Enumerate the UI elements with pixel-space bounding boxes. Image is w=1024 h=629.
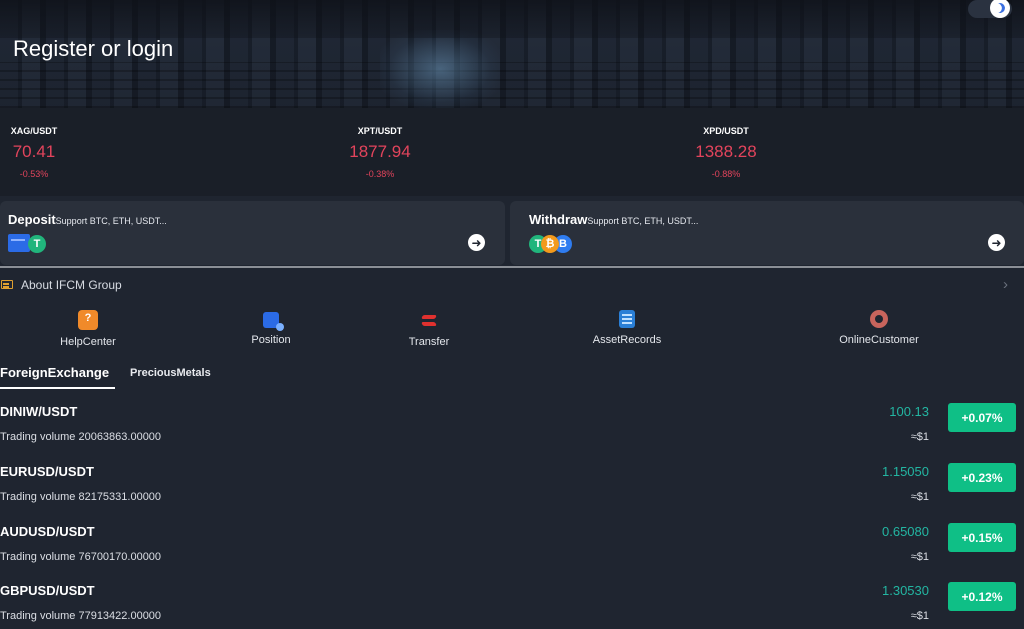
market-volume: Trading volume 76700170.00000 bbox=[0, 551, 162, 563]
ticker-xpt[interactable]: XPT/USDT 1877.94 -0.38% bbox=[280, 108, 480, 179]
market-row[interactable]: EURUSD/USDT Trading volume 82175331.0000… bbox=[0, 463, 1024, 520]
withdraw-card[interactable]: WithdrawSupport BTC, ETH, USDT... T B ₿ … bbox=[510, 201, 1024, 265]
menu-label: OnlineCustomer bbox=[839, 334, 919, 346]
market-tabs: ForeignExchange PreciousMetals bbox=[0, 365, 300, 389]
chevron-right-icon: › bbox=[1003, 276, 1008, 293]
banner-glow bbox=[380, 30, 500, 108]
help-icon bbox=[78, 310, 98, 330]
market-volume: Trading volume 77913422.00000 bbox=[0, 610, 162, 622]
withdraw-arrow-icon[interactable]: ➜ bbox=[988, 234, 1005, 251]
market-price: 1.30530 bbox=[882, 583, 929, 598]
menu-help-center[interactable]: HelpCenter bbox=[33, 310, 143, 348]
deposit-subtitle: Support BTC, ETH, USDT... bbox=[55, 216, 167, 226]
ticker-change: -0.88% bbox=[711, 169, 741, 179]
deposit-title: Deposit bbox=[8, 212, 56, 227]
market-price: 100.13 bbox=[889, 404, 929, 419]
theme-toggle-knob bbox=[990, 0, 1010, 18]
menu-transfer[interactable]: Transfer bbox=[374, 310, 484, 348]
market-usd-value: ≈$1 bbox=[910, 551, 929, 563]
menu-label: Position bbox=[251, 334, 291, 346]
bitcoin-icon: ₿ bbox=[541, 235, 559, 253]
menu-label: AssetRecords bbox=[592, 334, 662, 346]
ticker-strip: XAG/USDT 70.41 -0.53% XPT/USDT 1877.94 -… bbox=[0, 108, 1024, 196]
market-usd-value: ≈$1 bbox=[910, 610, 929, 622]
market-pair: EURUSD/USDT bbox=[0, 464, 94, 479]
about-label: About IFCM Group bbox=[21, 278, 122, 292]
market-row[interactable]: AUDUSD/USDT Trading volume 76700170.0000… bbox=[0, 523, 1024, 580]
change-badge[interactable]: +0.15% bbox=[948, 523, 1016, 552]
register-login-link[interactable]: Register or login bbox=[13, 36, 173, 62]
market-usd-value: ≈$1 bbox=[910, 431, 929, 443]
menu-label: HelpCenter bbox=[60, 336, 116, 348]
tab-foreign-exchange[interactable]: ForeignExchange bbox=[0, 365, 116, 389]
change-badge[interactable]: +0.12% bbox=[948, 582, 1016, 611]
market-row[interactable]: GBPUSD/USDT Trading volume 77913422.0000… bbox=[0, 582, 1024, 629]
market-pair: DINIW/USDT bbox=[0, 404, 78, 419]
tether-icon: T bbox=[28, 235, 46, 253]
ticker-change: -0.53% bbox=[19, 169, 49, 179]
ticker-symbol: XPT/USDT bbox=[357, 126, 403, 136]
market-price: 0.65080 bbox=[882, 524, 929, 539]
market-pair: GBPUSD/USDT bbox=[0, 583, 95, 598]
deposit-card[interactable]: DepositSupport BTC, ETH, USDT... T ➜ bbox=[0, 201, 505, 265]
ticker-change: -0.38% bbox=[365, 169, 395, 179]
change-badge[interactable]: +0.07% bbox=[948, 403, 1016, 432]
market-volume: Trading volume 82175331.00000 bbox=[0, 491, 162, 503]
moon-icon bbox=[994, 2, 1007, 15]
market-price: 1.15050 bbox=[882, 464, 929, 479]
withdraw-title: Withdraw bbox=[529, 212, 588, 227]
ticker-xag[interactable]: XAG/USDT 70.41 -0.53% bbox=[0, 108, 134, 179]
tab-precious-metals[interactable]: PreciousMetals bbox=[130, 367, 211, 379]
theme-toggle[interactable] bbox=[968, 0, 1012, 18]
change-badge[interactable]: +0.23% bbox=[948, 463, 1016, 492]
market-row[interactable]: DINIW/USDT Trading volume 20063863.00000… bbox=[0, 403, 1024, 460]
ticker-xpd[interactable]: XPD/USDT 1388.28 -0.88% bbox=[626, 108, 826, 179]
deposit-heading: DepositSupport BTC, ETH, USDT... bbox=[8, 212, 167, 227]
menu-position[interactable]: Position bbox=[216, 310, 326, 346]
market-pair: AUDUSD/USDT bbox=[0, 524, 95, 539]
withdraw-subtitle: Support BTC, ETH, USDT... bbox=[587, 216, 699, 226]
customer-service-icon bbox=[870, 310, 888, 328]
ticker-price: 1877.94 bbox=[349, 142, 411, 161]
ticker-symbol: XPD/USDT bbox=[703, 126, 749, 136]
market-volume: Trading volume 20063863.00000 bbox=[0, 431, 162, 443]
ticker-symbol: XAG/USDT bbox=[10, 126, 58, 136]
menu-online-customer[interactable]: OnlineCustomer bbox=[824, 310, 934, 346]
ticker-price: 1388.28 bbox=[695, 142, 757, 161]
funding-cards: DepositSupport BTC, ETH, USDT... T ➜ Wit… bbox=[0, 201, 1024, 265]
document-icon bbox=[1, 280, 13, 289]
section-divider bbox=[0, 266, 1024, 268]
withdraw-heading: WithdrawSupport BTC, ETH, USDT... bbox=[529, 212, 698, 227]
asset-records-icon bbox=[619, 310, 635, 328]
transfer-icon bbox=[419, 310, 439, 330]
position-icon bbox=[263, 312, 284, 331]
menu-asset-records[interactable]: AssetRecords bbox=[572, 310, 682, 346]
market-usd-value: ≈$1 bbox=[910, 491, 929, 503]
ticker-price: 70.41 bbox=[12, 142, 56, 161]
menu-label: Transfer bbox=[408, 336, 450, 348]
deposit-arrow-icon[interactable]: ➜ bbox=[468, 234, 485, 251]
banner-decoration bbox=[0, 62, 1024, 108]
about-row[interactable]: About IFCM Group › bbox=[0, 276, 1024, 296]
wallet-icon bbox=[8, 234, 30, 252]
